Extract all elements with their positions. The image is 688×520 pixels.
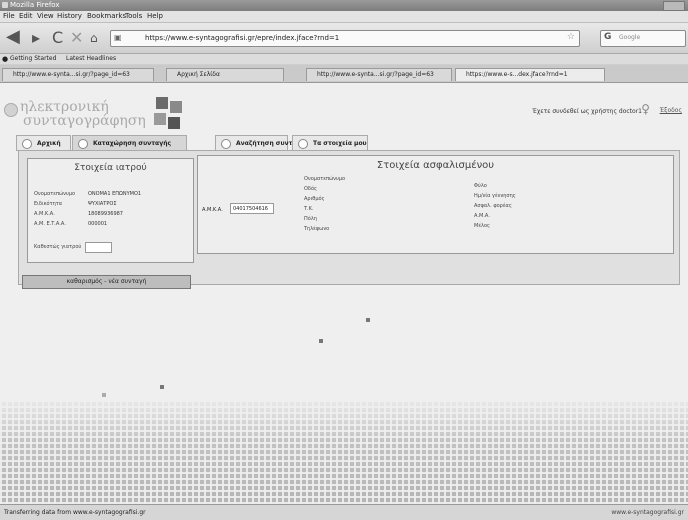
my-details-tab-icon bbox=[298, 139, 308, 149]
address-bar[interactable]: ▣ https://www.e-syntagografisi.gr/epre/i… bbox=[110, 30, 580, 47]
tab-new-prescription[interactable]: Καταχώρηση συνταγής bbox=[72, 135, 187, 151]
pixel-decoration-band bbox=[0, 401, 688, 504]
insured-amka-input[interactable]: 04017504616 bbox=[230, 203, 274, 214]
insured-postcode-label: Τ.Κ. bbox=[304, 206, 314, 212]
menu-file[interactable]: File bbox=[3, 12, 15, 20]
logo-line2: συνταγογράφηση bbox=[23, 113, 146, 129]
tab-my-details[interactable]: Τα στοιχεία μου bbox=[292, 135, 368, 151]
browser-tab-2[interactable]: Αρχική Σελίδα bbox=[166, 68, 284, 81]
status-bar: Transferring data from www.e-syntagograf… bbox=[0, 504, 688, 520]
forward-icon[interactable]: ▸ bbox=[32, 30, 40, 46]
doctor-details-title: Στοιχεία ιατρού bbox=[74, 163, 147, 173]
bookmark-star-icon[interactable]: ☆ bbox=[567, 32, 575, 42]
bookmarks-toolbar: ● Getting Started Latest Headlines bbox=[0, 54, 688, 64]
home-icon[interactable]: ⌂ bbox=[90, 30, 98, 46]
browser-tab-1[interactable]: http://www.e-synta...si.gr/?page_id=63 bbox=[2, 68, 154, 81]
bookmark-latest-headlines[interactable]: Latest Headlines bbox=[66, 55, 116, 62]
doctor-amka-label: Α.Μ.Κ.Α. bbox=[34, 211, 55, 217]
address-url: https://www.e-syntagografisi.gr/epre/ind… bbox=[145, 34, 340, 42]
menu-help[interactable]: Help bbox=[147, 12, 163, 20]
browser-tab-3[interactable]: http://www.e-synta...si.gr/?page_id=63 bbox=[306, 68, 452, 81]
insured-number-label: Αριθμός bbox=[304, 196, 325, 202]
insured-phone-label: Τηλέφωνο bbox=[304, 226, 330, 232]
navigation-toolbar: ◀ ▸ C ✕ ⌂ ▣ https://www.e-syntagografisi… bbox=[0, 23, 688, 54]
menu-edit[interactable]: Edit bbox=[19, 12, 33, 20]
search-placeholder: Google bbox=[619, 34, 641, 41]
status-text: Transferring data from www.e-syntagograf… bbox=[4, 509, 146, 516]
insured-gender-label: Φύλο bbox=[474, 183, 487, 189]
logout-link[interactable]: Έξοδος bbox=[660, 107, 682, 114]
menu-bar: File Edit View History Bookmarks Tools H… bbox=[0, 11, 688, 23]
bookmark-getting-started[interactable]: Getting Started bbox=[10, 55, 56, 62]
tab-home-label: Αρχική bbox=[37, 140, 61, 147]
firefox-small-icon: ● bbox=[2, 55, 9, 63]
doctor-name-label: Ονοματεπώνυμο bbox=[34, 191, 76, 197]
menu-tools[interactable]: Tools bbox=[125, 12, 142, 20]
tab-search-prescription[interactable]: Αναζήτηση συνταγής bbox=[215, 135, 308, 151]
doctor-etaa-value: 000001 bbox=[88, 221, 108, 227]
insured-name-label: Ονοματεπώνυμο bbox=[304, 176, 346, 182]
menu-view[interactable]: View bbox=[37, 12, 54, 20]
window-title: Mozilla Firefox bbox=[10, 1, 60, 9]
google-icon: G bbox=[604, 32, 612, 42]
doctor-status-label: Καθεστώς γιατρού bbox=[34, 244, 82, 250]
insured-details-title: Στοιχεία ασφαλισμένου bbox=[376, 160, 495, 171]
window-title-bar: Mozilla Firefox bbox=[0, 0, 688, 11]
window-controls[interactable] bbox=[663, 1, 685, 11]
welcome-text: Έχετε συνδεθεί ως χρήστης doctor1 bbox=[532, 108, 642, 115]
browser-tab-4[interactable]: https://www.e-s...dex.jface?rnd=1 bbox=[455, 68, 605, 81]
insured-details-box: Στοιχεία ασφαλισμένου Α.Μ.Κ.Α. 040175046… bbox=[197, 155, 674, 254]
home-tab-icon bbox=[22, 139, 32, 149]
menu-history[interactable]: History bbox=[57, 12, 82, 20]
decor-square bbox=[319, 339, 323, 343]
site-identity-icon[interactable]: ▣ bbox=[114, 33, 122, 42]
insured-birthdate-label: Ημ/νία γέννησης bbox=[474, 193, 516, 199]
back-icon[interactable]: ◀ bbox=[6, 28, 20, 46]
tab-home[interactable]: Αρχική bbox=[16, 135, 71, 151]
new-prescription-tab-icon bbox=[78, 139, 88, 149]
decor-square bbox=[366, 318, 370, 322]
site-logo[interactable]: ηλεκτρονική συνταγογράφηση bbox=[20, 100, 146, 128]
page-content: ηλεκτρονική συνταγογράφηση Έχετε συνδεθε… bbox=[0, 83, 688, 504]
clear-new-prescription-button[interactable]: καθαρισμός - νέα συνταγή bbox=[22, 275, 191, 289]
doctor-specialty-value: ΨΥΧΙΑΤΡΟΣ bbox=[88, 201, 117, 207]
firefox-icon bbox=[2, 2, 8, 8]
menu-bookmarks[interactable]: Bookmarks bbox=[87, 12, 126, 20]
tab-new-prescription-label: Καταχώρηση συνταγής bbox=[93, 140, 172, 147]
doctor-status-input[interactable] bbox=[85, 242, 112, 253]
doctor-specialty-label: Ειδικότητα bbox=[34, 201, 63, 207]
doctor-amka-value: 18089936987 bbox=[88, 211, 123, 217]
stop-icon[interactable]: ✕ bbox=[70, 30, 83, 46]
doctor-etaa-label: Α.Μ. Ε.Τ.Α.Α. bbox=[34, 221, 66, 227]
prescription-panel: Στοιχεία ιατρού Ονοματεπώνυμο ΟΝΟΜΑ1 ΕΠΩ… bbox=[18, 150, 680, 285]
decor-square bbox=[102, 393, 106, 397]
insured-city-label: Πόλη bbox=[304, 216, 317, 222]
logo-line1: ηλεκτρονική bbox=[20, 99, 109, 115]
reload-icon[interactable]: C bbox=[52, 30, 63, 46]
insured-insurer-label: Ασφαλ. φορέας bbox=[474, 203, 512, 209]
browser-tab-strip: http://www.e-synta...si.gr/?page_id=63 Α… bbox=[0, 65, 688, 83]
decor-square bbox=[160, 385, 164, 389]
status-domain: www.e-syntagografisi.gr bbox=[611, 509, 684, 516]
insured-ama-label: Α.Μ.Α. bbox=[474, 213, 490, 219]
doctor-details-box: Στοιχεία ιατρού Ονοματεπώνυμο ΟΝΟΜΑ1 ΕΠΩ… bbox=[27, 158, 194, 263]
puzzle-logo-icon bbox=[154, 97, 182, 129]
insured-street-label: Οδός bbox=[304, 186, 317, 192]
doctor-name-value: ΟΝΟΜΑ1 ΕΠΩΝΥΜΟ1 bbox=[88, 191, 142, 197]
insured-member-label: Μέλος bbox=[474, 223, 490, 229]
user-icon: ♀ bbox=[641, 102, 650, 116]
tab-my-details-label: Τα στοιχεία μου bbox=[313, 140, 367, 147]
logo-circle-icon bbox=[4, 103, 18, 117]
search-tab-icon bbox=[221, 139, 231, 149]
search-box[interactable]: G Google bbox=[600, 30, 686, 47]
insured-amka-label: Α.Μ.Κ.Α. bbox=[202, 207, 223, 213]
